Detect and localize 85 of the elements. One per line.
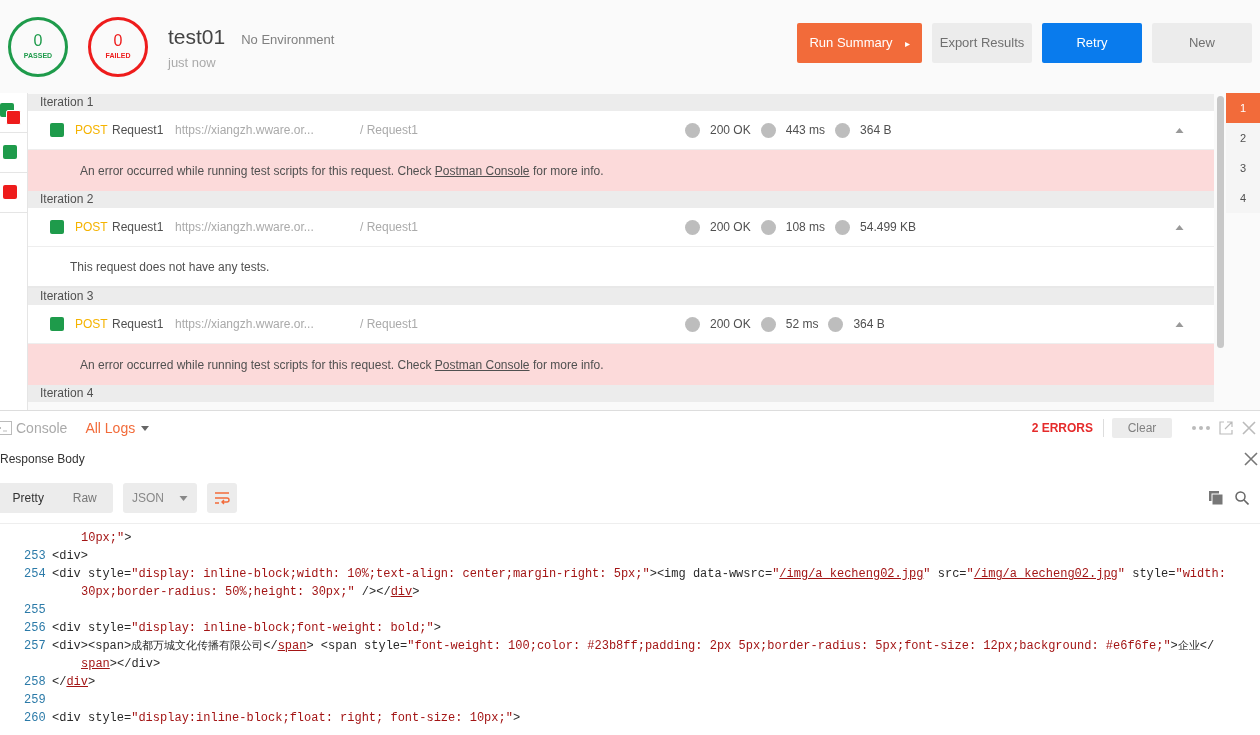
code-line: <div><span>成都万城文化传播有限公司</span> <span style="font-weight: 100;color: #23b8ff;padding: 2px 5px;border-radius: 5px;font-size: 12px;background: #e6f6fe;">企业</: [52, 638, 1215, 655]
response-stat: 52 ms: [785, 316, 819, 333]
response-stat: 200 OK: [710, 316, 751, 333]
code-line: <div style="display: inline-block;font-weight: bold;">: [52, 620, 441, 637]
response-stat: 200 OK: [710, 219, 751, 236]
response-stat: 364 B: [853, 316, 885, 333]
caret-icon: [179, 495, 188, 501]
close-icon: [1244, 452, 1258, 466]
iteration-header: Iteration 3: [28, 288, 1214, 305]
request-row[interactable]: POST Request1 https://xiangzh.wware.or... / Request1 200 OK 108 ms 54.499 KB: [28, 208, 1214, 247]
response-stat: 200 OK: [710, 122, 751, 139]
response-stat: 108 ms: [785, 219, 826, 236]
info-message: This request does not have any tests.: [70, 258, 270, 276]
line-number: 260: [23, 710, 47, 727]
method-label: POST: [75, 122, 109, 139]
error-message: An error occurred while running test scripts for this request. Check Postman Console for more info.: [80, 356, 604, 374]
line-number: 255: [23, 602, 47, 619]
response-stat: 443 ms: [785, 122, 826, 139]
request-path: / Request1: [360, 316, 419, 333]
console-link[interactable]: Postman Console: [434, 357, 530, 372]
line-number: 259: [23, 692, 47, 709]
caret-icon[interactable]: [1175, 224, 1184, 230]
code-line: <div style="display: inline-block;width: 10%;text-align: center;margin-right: 5px;"><img data-wwsrc="/img/a_kecheng02.jpg" src="/img/a_kecheng02.jpg" style="width:: [52, 566, 1226, 583]
request-name: Request1: [112, 122, 165, 139]
error-count: 2 ERRORS: [1031, 419, 1104, 437]
fail-square-icon: [6, 110, 21, 125]
request-row[interactable]: POST Request1 https://xiangzh.wware.or... / Request1 200 OK 52 ms 364 B: [28, 305, 1214, 344]
request-url: https://xiangzh.wware.or...: [175, 219, 315, 236]
method-label: POST: [75, 316, 109, 333]
environment-label: No Environment: [241, 31, 335, 49]
code-line: <div style="display:inline-block;float: right; font-size: 10px;">: [52, 710, 521, 727]
fail-square-icon: [3, 185, 17, 199]
console-link[interactable]: Postman Console: [434, 163, 530, 178]
action-button[interactable]: Export Results: [932, 23, 1032, 63]
iteration-header: Iteration 2: [28, 191, 1214, 208]
iteration-header: Iteration 1: [28, 94, 1214, 111]
clear-button[interactable]: Clear: [1112, 418, 1172, 438]
line-number: 257: [23, 638, 47, 655]
response-stat: 54.499 KB: [860, 219, 917, 236]
request-row[interactable]: POST Request1 https://xiangzh.wware.or... / Request1 200 OK 443 ms 364 B: [28, 111, 1214, 150]
request-name: Request1: [112, 316, 165, 333]
popout-icon: [1219, 421, 1233, 435]
code-line: <div>: [52, 548, 88, 565]
view-tab[interactable]: Raw: [56, 483, 113, 513]
stat-count: 0: [113, 31, 123, 52]
iteration-page-tab[interactable]: 4: [1226, 183, 1260, 213]
caret-icon[interactable]: [1175, 127, 1184, 133]
code-line: span></div>: [80, 656, 161, 673]
run-title: test01: [168, 24, 226, 50]
search-icon: [1235, 491, 1249, 505]
action-button[interactable]: Retry: [1042, 23, 1142, 63]
code-line: 30px;border-radius: 50%;height: 30px;" /></div>: [80, 584, 420, 601]
console-title: Console: [16, 418, 68, 438]
method-label: POST: [75, 219, 109, 236]
line-number: 258: [23, 674, 47, 691]
line-number: 256: [23, 620, 47, 637]
code-line: 10px;">: [80, 530, 132, 547]
view-tab[interactable]: Pretty: [0, 483, 57, 513]
console-icon: [0, 421, 12, 435]
iteration-page-tab[interactable]: 3: [1226, 153, 1260, 183]
scrollbar[interactable]: [1216, 96, 1224, 348]
line-number: 253: [23, 548, 47, 565]
iteration-header: Iteration 4: [28, 385, 1214, 402]
line-number: 254: [23, 566, 47, 583]
response-stat: 364 B: [860, 122, 892, 139]
caret-icon[interactable]: [1175, 321, 1184, 327]
request-path: / Request1: [360, 219, 419, 236]
request-url: https://xiangzh.wware.or...: [175, 122, 315, 139]
code-line: </div>: [52, 674, 96, 691]
more-icon: [1192, 426, 1210, 430]
wrap-button[interactable]: [207, 483, 237, 513]
caret-icon: [141, 425, 150, 431]
request-name: Request1: [112, 219, 165, 236]
wrap-icon: [214, 491, 230, 505]
error-message: An error occurred while running test scripts for this request. Check Postman Console for more info.: [80, 162, 604, 180]
iteration-page-tab[interactable]: 2: [1226, 123, 1260, 153]
copy-icon: [1209, 491, 1223, 505]
run-time: just now: [168, 53, 217, 72]
close-icon: [1242, 421, 1256, 435]
response-title: Response Body: [0, 451, 85, 468]
action-button[interactable]: New: [1152, 23, 1252, 63]
pass-square-icon: [3, 145, 17, 159]
stat-count: 0: [33, 31, 43, 52]
request-path: / Request1: [360, 122, 419, 139]
request-url: https://xiangzh.wware.or...: [175, 316, 315, 333]
